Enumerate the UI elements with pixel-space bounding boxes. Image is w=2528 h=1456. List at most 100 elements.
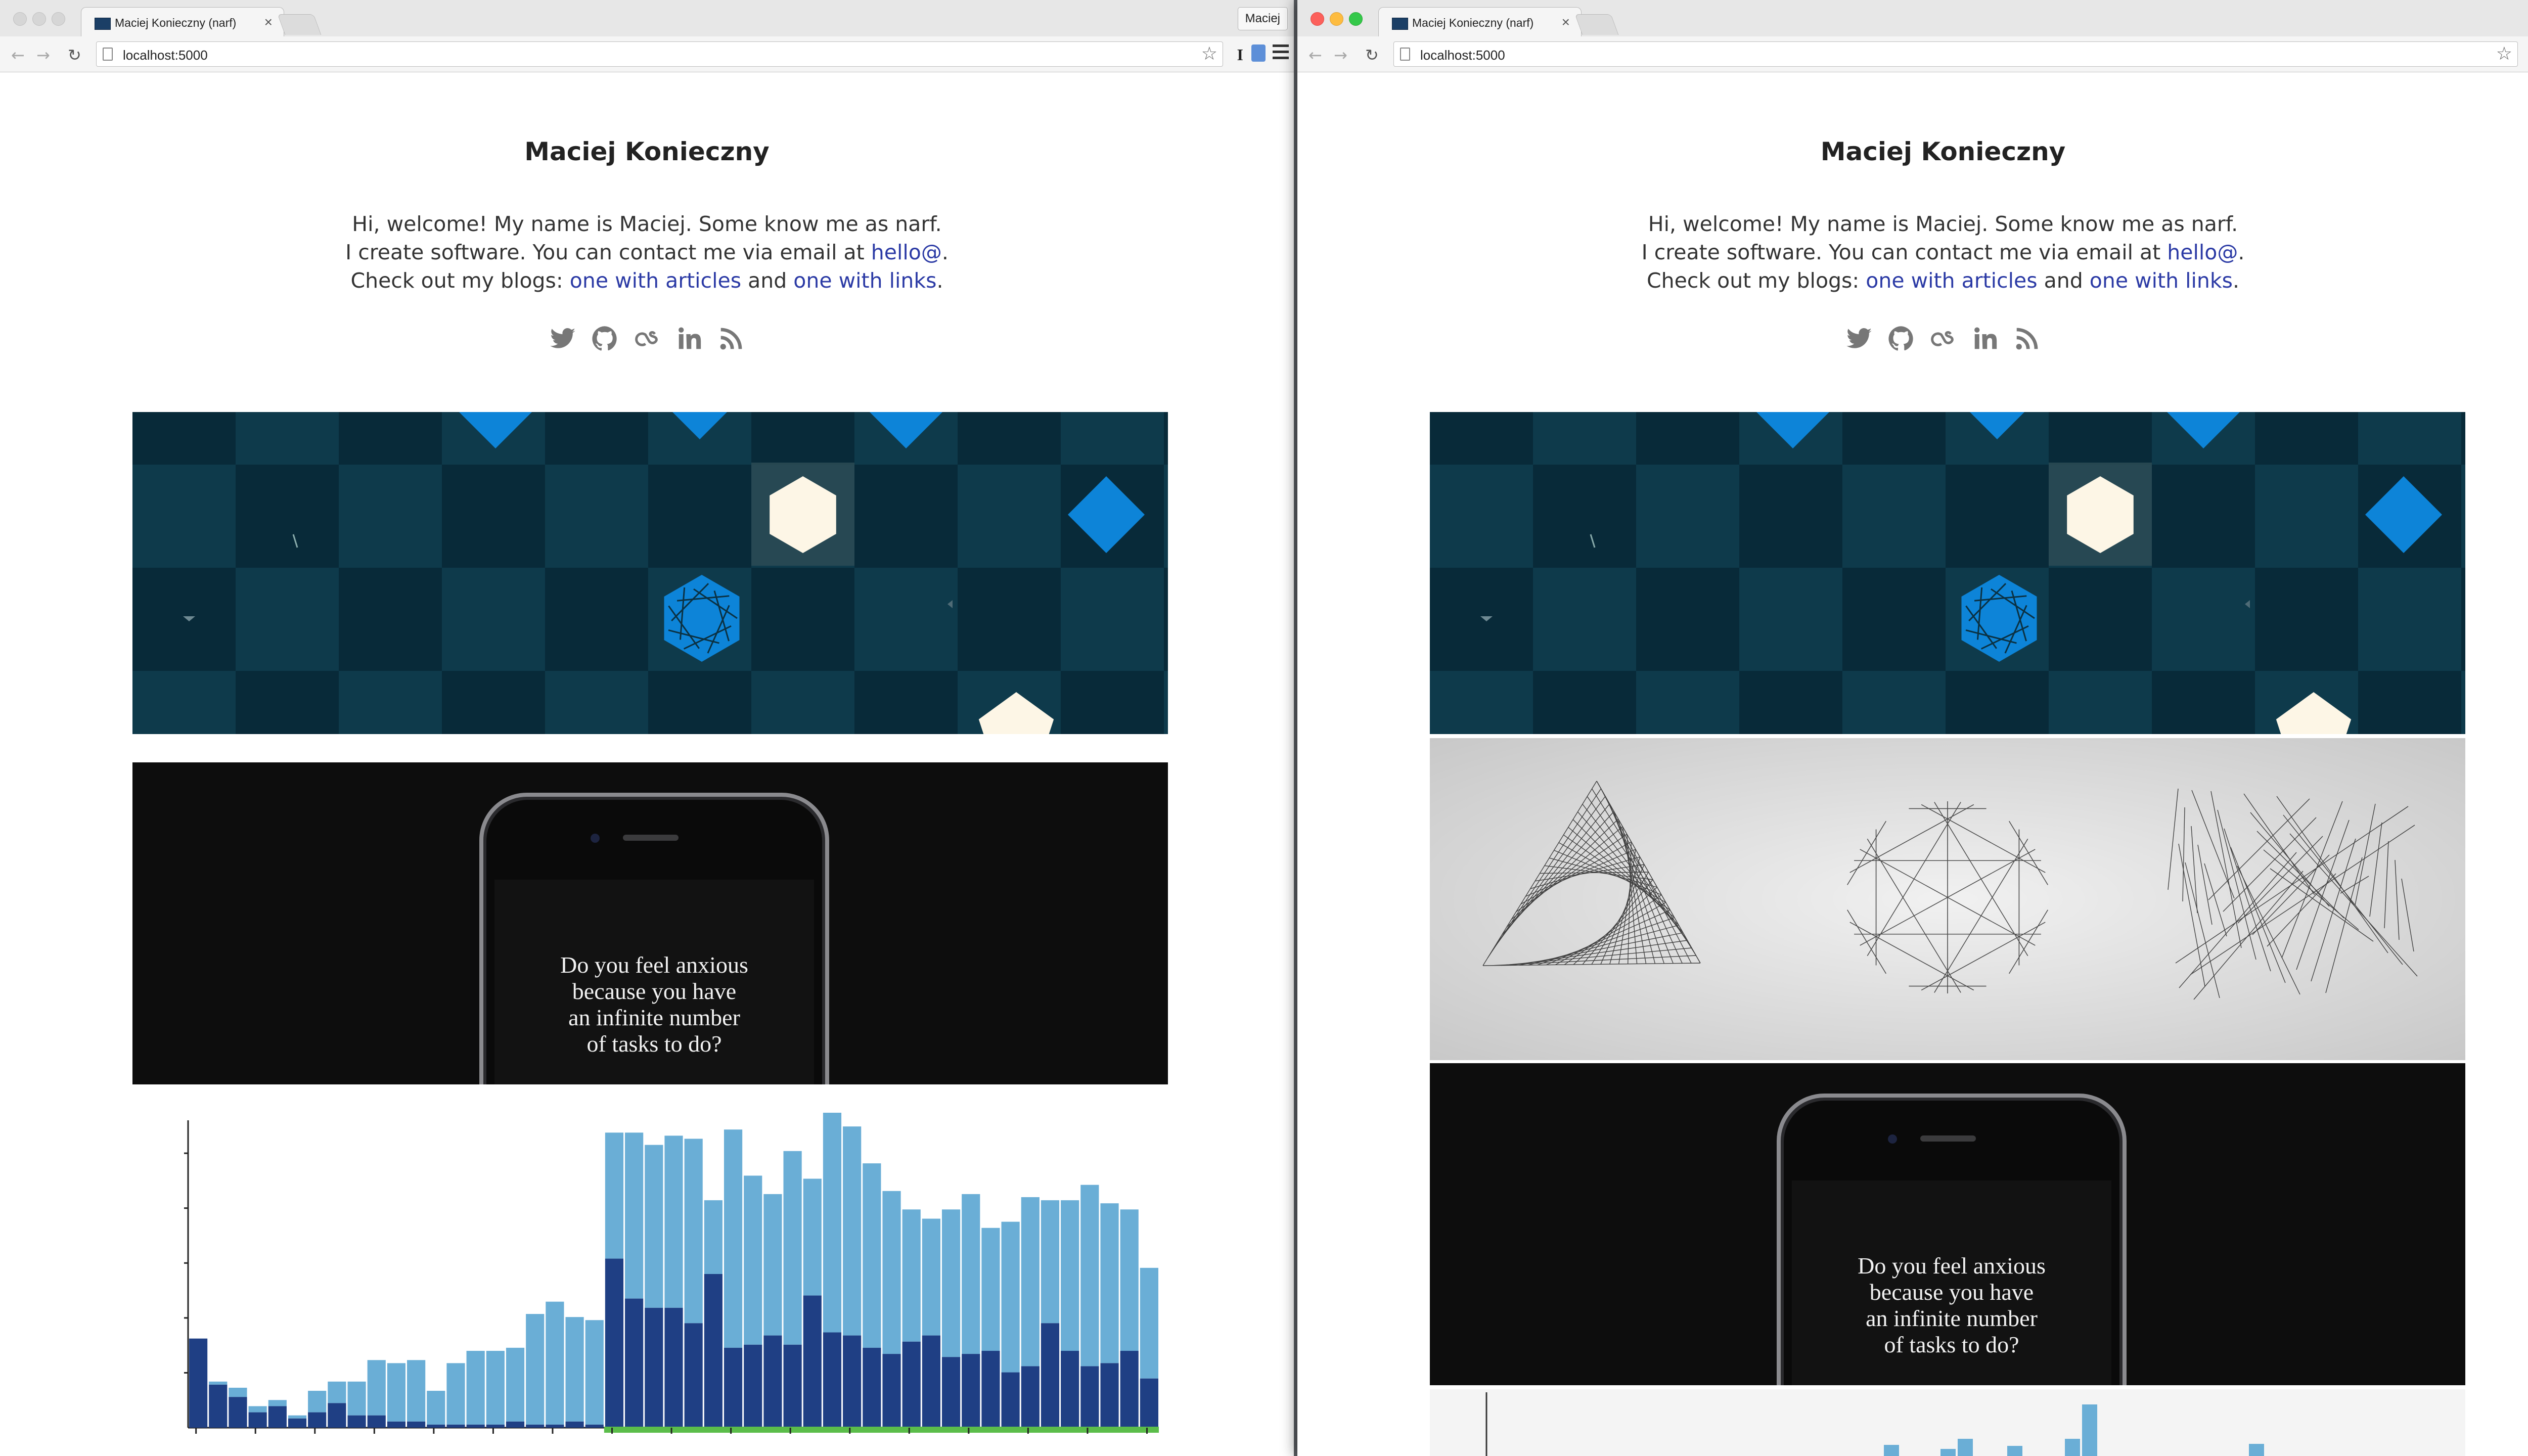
bar-segment-dark	[446, 1424, 465, 1428]
browser-tab[interactable]: Maciej Konieczny (narf) ×	[81, 7, 284, 37]
page-icon	[103, 48, 113, 61]
bar-segment-light	[803, 1178, 822, 1296]
close-window-button[interactable]	[13, 12, 27, 26]
favicon-icon	[1392, 18, 1408, 30]
bar-segment-dark	[902, 1341, 921, 1428]
bar-segment-dark	[546, 1424, 564, 1428]
bookmark-star-icon[interactable]: ☆	[2496, 43, 2512, 64]
bar-segment-light	[526, 1314, 545, 1425]
bar-segment-dark	[1140, 1378, 1158, 1428]
bar-segment-light	[1080, 1185, 1099, 1367]
intro-text-span: .	[2233, 268, 2240, 293]
bar-segment-dark	[1100, 1363, 1119, 1428]
rss-icon[interactable]	[717, 325, 745, 352]
blog-articles-link[interactable]: one with articles	[570, 268, 741, 293]
back-button[interactable]: ←	[11, 46, 25, 65]
bar-segment-dark	[506, 1421, 525, 1428]
phone-text-line: an infinite number	[568, 1005, 740, 1030]
minimize-window-button[interactable]	[1330, 12, 1343, 26]
url-text[interactable]: localhost:5000	[1420, 48, 1505, 63]
bar-segment-dark	[941, 1357, 961, 1428]
github-icon[interactable]	[1887, 325, 1915, 352]
profile-button[interactable]: Maciej	[1237, 7, 1288, 30]
extension-instapaper-icon[interactable]: I	[1237, 46, 1243, 64]
bar-segment-light	[367, 1360, 386, 1416]
browser-tab[interactable]: Maciej Konieczny (narf) ×	[1378, 7, 1582, 37]
address-bar[interactable]: localhost:5000 ☆	[1393, 41, 2518, 67]
string-spiky	[2168, 788, 2418, 1000]
bar-segment-dark	[684, 1323, 703, 1428]
email-link[interactable]: hello@	[871, 240, 942, 264]
bar-segment-dark	[427, 1424, 445, 1428]
new-tab-button[interactable]	[277, 14, 322, 35]
page-title: Maciej Konieczny	[524, 137, 770, 166]
bar-segment-dark	[882, 1354, 901, 1428]
zoom-window-button[interactable]	[52, 12, 65, 26]
zoom-window-button[interactable]	[1349, 12, 1363, 26]
project-tile-phone[interactable]: Do you feel anxious because you have an …	[132, 762, 1168, 1084]
bar-segment-dark	[843, 1335, 862, 1428]
github-icon[interactable]	[591, 325, 618, 352]
bar-segment-light	[486, 1351, 505, 1425]
bar-segment-light	[407, 1360, 426, 1422]
bar-segment-dark	[645, 1307, 663, 1428]
extension-translate-icon[interactable]	[1251, 44, 1266, 62]
tab-strip: Maciej Konieczny (narf) × Maciej	[0, 0, 1294, 37]
twitter-icon[interactable]	[549, 325, 576, 352]
bar-segment-dark	[863, 1347, 881, 1428]
tab-title: Maciej Konieczny (narf)	[1412, 16, 1534, 29]
phone-text-line: of tasks to do?	[1884, 1332, 2019, 1357]
new-tab-button[interactable]	[1574, 14, 1619, 35]
intro-line: Hi, welcome! My name is Maciej. Some kno…	[1648, 212, 2238, 236]
project-tile-bar-chart-partial[interactable]	[1430, 1389, 2465, 1456]
url-text[interactable]: localhost:5000	[123, 48, 208, 63]
blog-articles-link[interactable]: one with articles	[1866, 268, 2037, 293]
project-tile-bar-chart[interactable]	[132, 1113, 1168, 1456]
bar-segment-light	[347, 1381, 366, 1416]
phone-text-line: because you have	[572, 978, 737, 1004]
close-window-button[interactable]	[1311, 12, 1324, 26]
blog-links-link[interactable]: one with links	[793, 268, 936, 293]
bar-segment-light	[308, 1391, 327, 1413]
minimize-window-button[interactable]	[32, 12, 46, 26]
bar-segment-light	[941, 1209, 961, 1357]
browser-toolbar: ← → ↻ localhost:5000 ☆ I	[0, 36, 1294, 72]
bar-segment-dark	[585, 1424, 604, 1428]
string-art-artwork	[1482, 781, 2418, 1000]
email-link[interactable]: hello@	[2167, 240, 2238, 264]
bar-segment-light	[922, 1218, 940, 1336]
bar-segment-dark	[486, 1424, 505, 1428]
project-tile-hex-grid[interactable]	[1430, 412, 2465, 734]
address-bar[interactable]: localhost:5000 ☆	[96, 41, 1223, 67]
forward-button[interactable]: →	[1334, 46, 1347, 65]
menu-icon[interactable]	[1273, 44, 1289, 60]
lastfm-icon[interactable]	[1929, 325, 1957, 352]
bar-segment-light	[427, 1391, 445, 1425]
forward-button[interactable]: →	[36, 46, 50, 65]
favicon-icon	[95, 18, 111, 30]
twitter-icon[interactable]	[1845, 325, 1873, 352]
project-tile-hex-grid[interactable]	[132, 412, 1168, 734]
reload-button[interactable]: ↻	[68, 46, 81, 65]
tab-close-button[interactable]: ×	[264, 14, 273, 30]
bar-segment-dark	[367, 1415, 386, 1428]
rss-icon[interactable]	[2013, 325, 2041, 352]
lastfm-icon[interactable]	[634, 325, 661, 352]
reload-button[interactable]: ↻	[1365, 46, 1379, 65]
back-button[interactable]: ←	[1308, 46, 1322, 65]
intro-text-span: .	[936, 268, 943, 293]
tab-close-button[interactable]: ×	[1562, 14, 1570, 30]
linkedin-icon[interactable]	[675, 325, 703, 352]
intro-line: Check out my blogs: one with articles an…	[1297, 266, 2528, 295]
bar-segment-light	[466, 1351, 485, 1425]
project-tile-phone[interactable]: Do you feel anxious because you have an …	[1430, 1063, 2465, 1385]
bookmark-star-icon[interactable]: ☆	[1201, 43, 1217, 64]
partial-bar-chart	[1485, 1392, 2264, 1456]
blog-links-link[interactable]: one with links	[2090, 268, 2233, 293]
linkedin-icon[interactable]	[1971, 325, 1999, 352]
page-content: Maciej Konieczny Hi, welcome! My name is…	[1297, 72, 2528, 1456]
hex-grid-artwork	[132, 412, 1168, 734]
project-tile-string-art[interactable]	[1430, 738, 2465, 1060]
intro-line: I create software. You can contact me vi…	[0, 238, 1294, 266]
bar-segment-light	[605, 1132, 624, 1259]
